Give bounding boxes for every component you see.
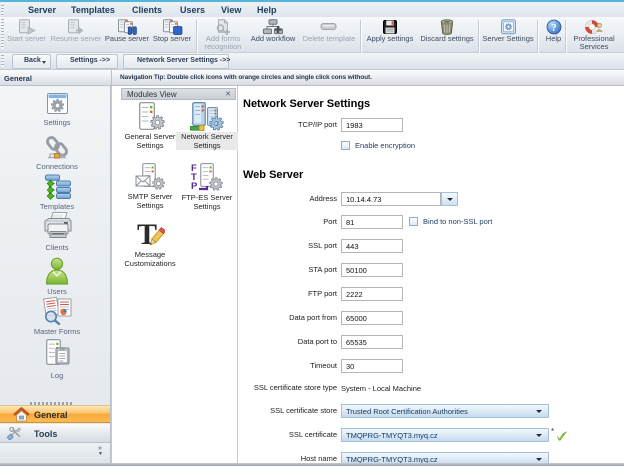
- svg-text:T: T: [137, 219, 157, 249]
- svg-text:P: P: [191, 181, 198, 192]
- svg-text:?: ?: [551, 23, 556, 34]
